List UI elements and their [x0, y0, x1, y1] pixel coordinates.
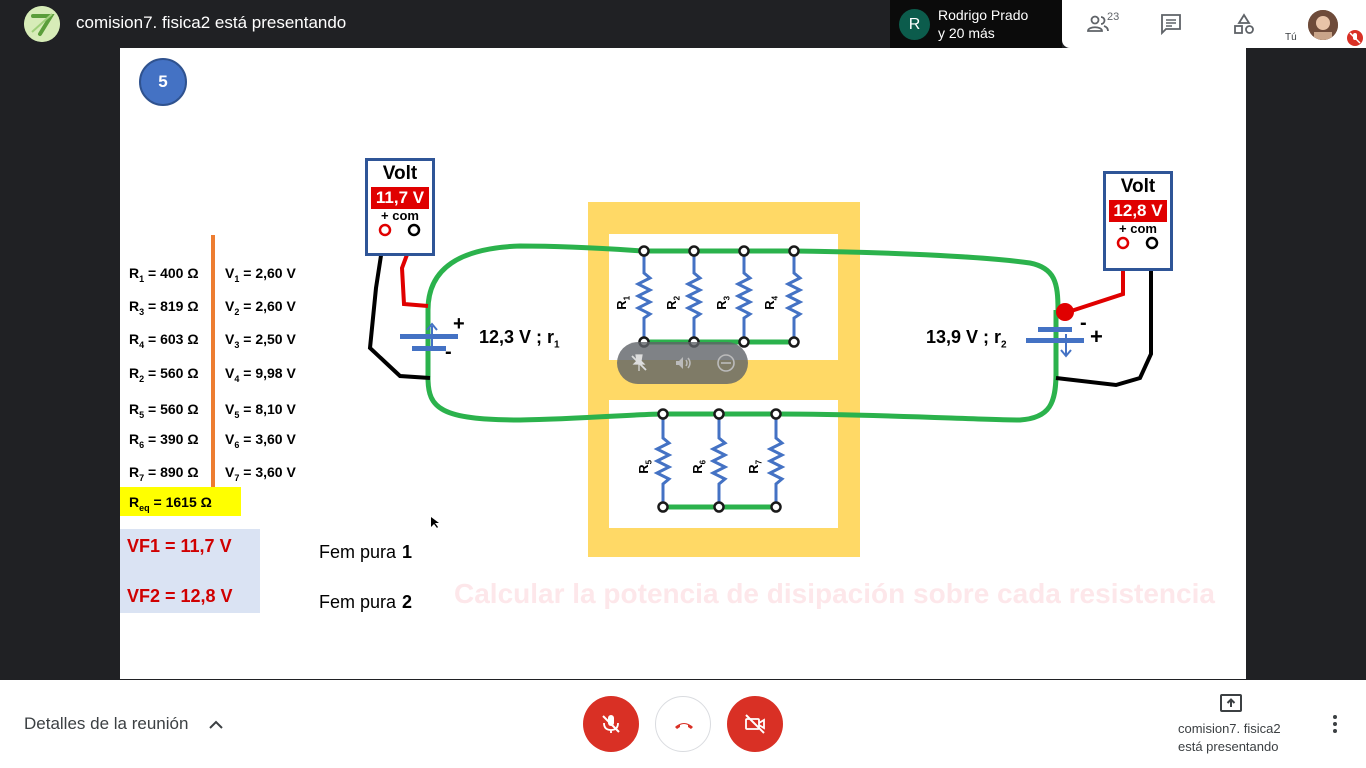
people-count: 23: [1107, 11, 1120, 23]
resistance-r4: R4 = 603 Ω: [129, 331, 199, 350]
resistor-label-r3: R3: [714, 295, 732, 310]
participants-chip[interactable]: R Rodrigo Prado y 20 más: [890, 0, 1062, 48]
bottom-bar: Detalles de la reunión comision7. fisica…: [0, 680, 1366, 768]
mic-off-icon: [602, 715, 620, 733]
participant-more: y 20 más: [938, 25, 995, 41]
voltage-v3: V3 = 2,50 V: [225, 331, 296, 350]
participant-name: Rodrigo Prado: [938, 7, 1029, 23]
equivalent-resistance: Req = 1615 Ω: [120, 487, 241, 516]
voltmeter-2: Volt 12,8 V + com: [1103, 171, 1173, 271]
participant-avatar: R: [899, 9, 930, 40]
voltage-v1: V1 = 2,60 V: [225, 265, 296, 284]
emf-2-plus: +: [1090, 324, 1103, 349]
voltage-v2: V2 = 2,60 V: [225, 298, 296, 317]
presentation-slide: 5 Volt 11,7 V + com Volt 12,8 V + com + …: [120, 48, 1246, 679]
camera-off-icon: [745, 714, 765, 734]
participant-names: Rodrigo Prado y 20 más: [938, 6, 1028, 42]
voltmeter-1-terminals: + com: [381, 208, 419, 223]
presentation-status-line1: comision7. fisica2: [1178, 721, 1281, 736]
fem-pura-1: Fem pura 1: [319, 542, 413, 562]
pin-off-icon[interactable]: [629, 353, 649, 373]
self-label: Tú: [1285, 32, 1297, 43]
emf-2-text: 13,9 V ; r: [926, 327, 1002, 347]
present-screen-icon[interactable]: [1219, 693, 1243, 715]
resistor-label-r1: R1: [614, 295, 632, 310]
emf-1-sub: 1: [554, 339, 560, 351]
leave-call-button[interactable]: [655, 696, 711, 752]
measured-voltages-box: VF1 = 11,7 V VF2 = 12,8 V: [120, 529, 260, 613]
meeting-details-button[interactable]: Detalles de la reunión: [24, 714, 188, 734]
task-statement: Calcular la potencia de disipación sobre…: [454, 578, 1215, 609]
voltmeter-1-value: 11,7 V: [371, 187, 429, 209]
vf1-value: VF1 = 11,7 V: [127, 536, 232, 556]
chat-icon[interactable]: [1159, 12, 1183, 36]
hang-up-icon: [675, 723, 693, 729]
voltage-v6: V6 = 3,60 V: [225, 431, 296, 450]
voltmeter-2-title: Volt: [1120, 176, 1156, 197]
voltmeter-1: Volt 11,7 V + com: [365, 158, 435, 256]
media-controls-overlay: [617, 342, 748, 384]
voltmeter-2-value: 12,8 V: [1109, 200, 1167, 222]
self-avatar[interactable]: [1308, 10, 1338, 40]
top-bar: comision7. fisica2 está presentando R Ro…: [0, 0, 1366, 48]
voltage-v7: V7 = 3,60 V: [225, 464, 296, 483]
resistor-label-r5: R5: [636, 459, 654, 474]
camera-toggle-button[interactable]: [727, 696, 783, 752]
volume-icon[interactable]: [673, 353, 693, 373]
activities-icon[interactable]: [1232, 12, 1256, 36]
voltmeter-1-title: Volt: [382, 163, 418, 184]
resistance-r6: R6 = 390 Ω: [129, 431, 199, 450]
divider-bar: [211, 235, 215, 515]
voltmeter-2-jacks: [1116, 236, 1159, 250]
emf-1-text: 12,3 V ; r: [479, 327, 555, 347]
resistance-r3: R3 = 819 Ω: [129, 298, 199, 317]
voltage-v5: V5 = 8,10 V: [225, 401, 296, 420]
emf-2-minus: -: [1080, 312, 1087, 334]
emf-1-minus: -: [445, 341, 452, 363]
voltage-v4: V4 = 9,98 V: [225, 365, 296, 384]
resistance-r5: R5 = 560 Ω: [129, 401, 199, 420]
resistance-r7: R7 = 890 Ω: [129, 464, 199, 483]
presenter-title: comision7. fisica2 está presentando: [76, 13, 347, 32]
resistor-label-r6: R6: [690, 459, 708, 474]
emf-1-plus: +: [453, 313, 465, 335]
presentation-status-line2: está presentando: [1178, 739, 1279, 754]
remove-icon[interactable]: [716, 353, 736, 373]
mouse-cursor-icon: [431, 517, 439, 528]
voltmeter-1-jacks: [378, 223, 421, 237]
resistor-label-r2: R2: [664, 295, 682, 310]
resistor-label-r4: R4: [762, 295, 780, 310]
fem-pura-2: Fem pura 2: [319, 592, 413, 612]
emf-1-label: 12,3 V ; r1: [479, 327, 560, 351]
more-options-icon[interactable]: [1325, 714, 1345, 734]
emf-2-label: 13,9 V ; r2: [926, 327, 1007, 351]
meeting-avatar-icon: [24, 6, 60, 42]
mic-off-icon: [1347, 30, 1363, 46]
vf2-value: VF2 = 12,8 V: [127, 586, 233, 606]
voltmeter-2-terminals: + com: [1119, 221, 1157, 236]
emf-2-sub: 2: [1001, 339, 1007, 351]
presentation-status: comision7. fisica2 está presentando: [1178, 720, 1281, 756]
mic-toggle-button[interactable]: [583, 696, 639, 752]
chevron-up-icon[interactable]: [207, 716, 225, 734]
resistance-r2: R2 = 560 Ω: [129, 365, 199, 384]
resistance-r1: R1 = 400 Ω: [129, 265, 199, 284]
resistor-label-r7: R7: [746, 459, 764, 474]
